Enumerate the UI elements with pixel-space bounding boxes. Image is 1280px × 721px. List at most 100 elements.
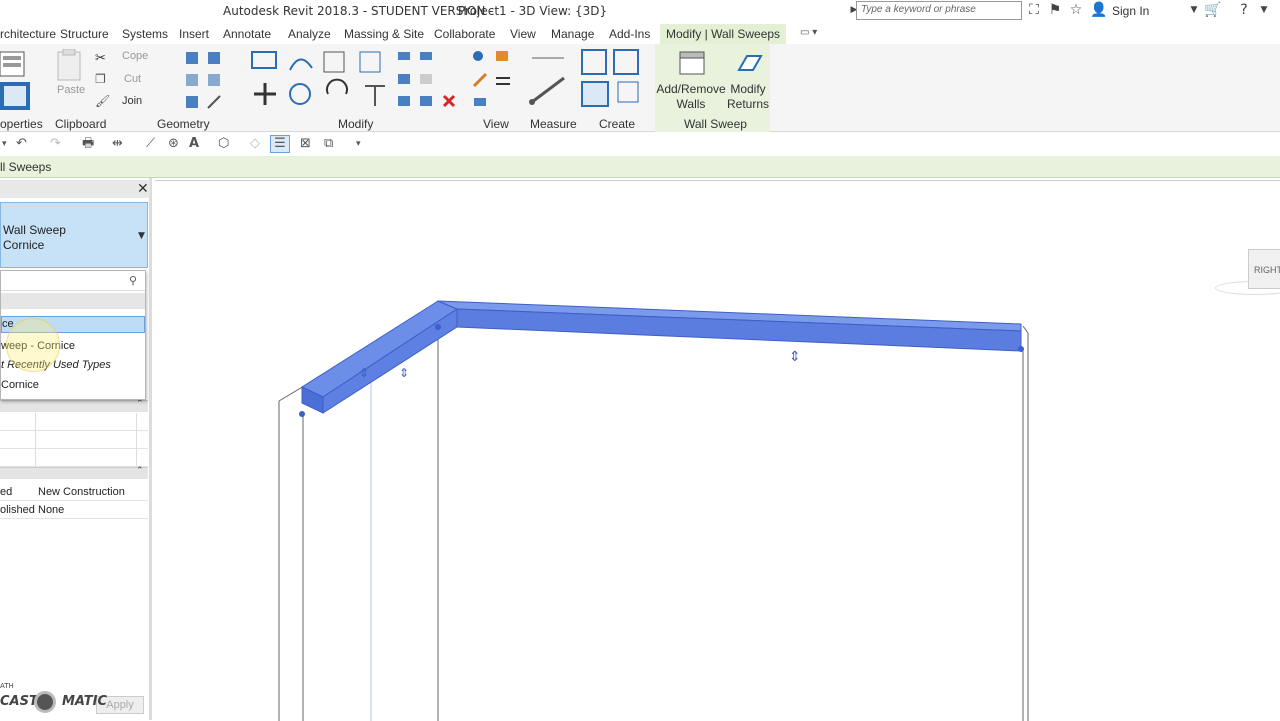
property-key: olished xyxy=(0,504,35,516)
recording-watermark: ATH CAST MATIC xyxy=(0,682,110,713)
type-selector[interactable]: Wall Sweep Cornice ▼ xyxy=(0,202,148,268)
modify-returns-icon xyxy=(737,55,763,71)
panel-label-view: View xyxy=(483,117,509,131)
property-value[interactable]: None xyxy=(38,504,64,516)
tag-icon[interactable]: ⊛ xyxy=(168,136,179,152)
tab-annotate[interactable]: Annotate xyxy=(223,27,271,41)
ribbon: Paste ✂ Cope ❐ Cut 🖌 Join Add/Remove Wal… xyxy=(0,44,1280,132)
properties-icon[interactable] xyxy=(0,50,30,110)
undo-icon[interactable]: ↶ xyxy=(16,136,27,152)
align-dimension-icon[interactable]: ⇹ xyxy=(112,136,123,152)
model-canvas[interactable]: ⇕ ⇕ ⇕ xyxy=(155,181,1280,721)
panel-label-clipboard: Clipboard xyxy=(55,117,107,131)
redo-icon[interactable]: ↷ xyxy=(50,136,61,152)
binoculars-icon[interactable]: ⛶ xyxy=(1026,2,1042,18)
star-icon[interactable]: ☆ xyxy=(1068,2,1084,18)
create-icons[interactable] xyxy=(578,48,648,110)
viewcube[interactable]: RIGHT xyxy=(1215,249,1280,305)
3d-viewport[interactable]: ⇕ ⇕ ⇕ RIGHT xyxy=(155,180,1280,721)
type-search-input[interactable]: ⚲ xyxy=(1,273,145,291)
tab-structure[interactable]: Structure xyxy=(60,27,109,41)
close-hidden-icon[interactable]: ⊠ xyxy=(300,136,311,152)
property-value[interactable]: New Construction xyxy=(38,486,125,498)
modify-tools-icons[interactable] xyxy=(250,48,470,114)
help-icon[interactable]: ? xyxy=(1236,2,1252,18)
text-icon[interactable]: A xyxy=(189,136,199,152)
project-view-title: Project1 - 3D View: {3D} xyxy=(458,4,608,18)
tab-manage[interactable]: Manage xyxy=(551,27,594,41)
dropdown-item-recent-cornice[interactable]: Cornice xyxy=(1,379,39,391)
measure-icon[interactable] xyxy=(528,50,572,110)
tab-systems[interactable]: Systems xyxy=(122,27,168,41)
3d-view-icon[interactable]: ⬡ xyxy=(218,136,229,152)
search-icon: ⚲ xyxy=(129,274,138,287)
watermark-brand-left: CAST xyxy=(0,694,38,709)
panel-label-properties: operties xyxy=(0,117,43,131)
property-section-phasing[interactable]: ⌃ xyxy=(0,466,148,479)
cut-scissors-icon[interactable]: ✂ xyxy=(95,50,106,66)
watermark-logo-icon xyxy=(34,691,56,713)
cursor-highlight xyxy=(6,318,60,372)
property-row xyxy=(0,431,148,449)
join-label[interactable]: Join xyxy=(122,95,142,107)
view-icons[interactable] xyxy=(470,48,520,108)
panel-label-measure: Measure xyxy=(530,117,577,131)
flip-control-icon: ⇕ xyxy=(789,349,801,365)
window-title: Autodesk Revit 2018.3 - STUDENT VERSION … xyxy=(223,4,494,18)
properties-palette: ✕ Wall Sweep Cornice ▼ ⚲ ce weep - Corni… xyxy=(0,178,152,720)
tab-insert[interactable]: Insert xyxy=(179,27,209,41)
wall-sweep-selection xyxy=(300,300,1022,414)
property-key: ed xyxy=(0,486,13,498)
tab-architecture[interactable]: rchitecture xyxy=(0,27,56,41)
collapse-icon[interactable]: ⌃ xyxy=(136,399,144,409)
qat-chevron-icon[interactable]: ▾ xyxy=(2,136,7,152)
flip-control-icon: ⇕ xyxy=(399,366,409,380)
thin-lines-icon[interactable]: ☰ xyxy=(270,135,290,153)
geometry-icons[interactable] xyxy=(186,50,234,114)
sign-in-link[interactable]: Sign In xyxy=(1112,4,1149,18)
panel-toggle-icon[interactable]: ▭ ▾ xyxy=(800,27,817,38)
type-name-label: Cornice xyxy=(3,238,45,252)
tab-view[interactable]: View xyxy=(510,27,536,41)
switch-windows-icon[interactable]: ⧉ xyxy=(324,136,333,152)
viewcube-face-right[interactable]: RIGHT xyxy=(1248,249,1280,289)
tab-collaborate[interactable]: Collaborate xyxy=(434,27,495,41)
properties-header: ✕ xyxy=(0,180,150,198)
type-family-label: Wall Sweep xyxy=(3,223,66,237)
tab-add-ins[interactable]: Add-Ins xyxy=(609,27,650,41)
user-icon[interactable]: 👤 xyxy=(1090,2,1107,18)
quick-access-toolbar: ▾ ↶ ↷ 🖶 ⇹ ⟋ ⊛ A ⬡ ◇ ☰ ⊠ ⧉ ▾ xyxy=(0,133,1280,155)
print-icon[interactable]: 🖶 xyxy=(82,136,94,152)
tab-analyze[interactable]: Analyze xyxy=(288,27,331,41)
section-icon[interactable]: ◇ xyxy=(250,136,260,152)
customize-qat-icon[interactable]: ▾ xyxy=(356,136,361,152)
watermark-small-text: ATH xyxy=(0,682,14,690)
tab-modify-wall-sweeps[interactable]: Modify | Wall Sweeps xyxy=(660,24,787,46)
property-row-phase-demolished[interactable]: olished None xyxy=(0,501,148,519)
cart-icon[interactable]: 🛒 xyxy=(1204,2,1221,18)
close-icon[interactable]: ✕ xyxy=(137,181,149,197)
tab-massing-site[interactable]: Massing & Site xyxy=(344,27,424,41)
measure-qat-icon[interactable]: ⟋ xyxy=(146,136,155,152)
title-bar: Autodesk Revit 2018.3 - STUDENT VERSION … xyxy=(0,0,1280,22)
chevron-down-icon[interactable]: ▼ xyxy=(1186,2,1202,18)
property-row-phase-created[interactable]: ed New Construction xyxy=(0,483,148,501)
collapse-icon[interactable]: ⌃ xyxy=(136,466,144,476)
property-row xyxy=(0,413,148,431)
search-input[interactable]: Type a keyword or phrase xyxy=(856,1,1022,20)
paste-label: Paste xyxy=(57,84,86,96)
subscription-icon[interactable]: ⚑ xyxy=(1047,2,1063,18)
help-dropdown-icon[interactable]: ▼ xyxy=(1256,2,1272,18)
dropdown-family-header xyxy=(1,293,145,309)
panel-label-modify: Modify xyxy=(338,117,374,131)
flip-control-icon: ⇕ xyxy=(359,366,369,380)
copy-icon[interactable]: ❐ xyxy=(95,72,106,86)
ribbon-tabs: rchitecture Structure Systems Insert Ann… xyxy=(0,24,1280,46)
match-properties-icon[interactable]: 🖌 xyxy=(95,94,110,108)
options-bar: ll Sweeps xyxy=(0,156,1280,178)
add-remove-walls-button[interactable]: Add/Remove Walls xyxy=(656,82,726,112)
property-section-constraints[interactable]: ⌃ xyxy=(0,399,148,412)
modify-returns-button[interactable]: Modify Returns xyxy=(724,82,772,112)
chevron-down-icon[interactable]: ▼ xyxy=(138,231,145,241)
panel-label-create: Create xyxy=(599,117,636,131)
